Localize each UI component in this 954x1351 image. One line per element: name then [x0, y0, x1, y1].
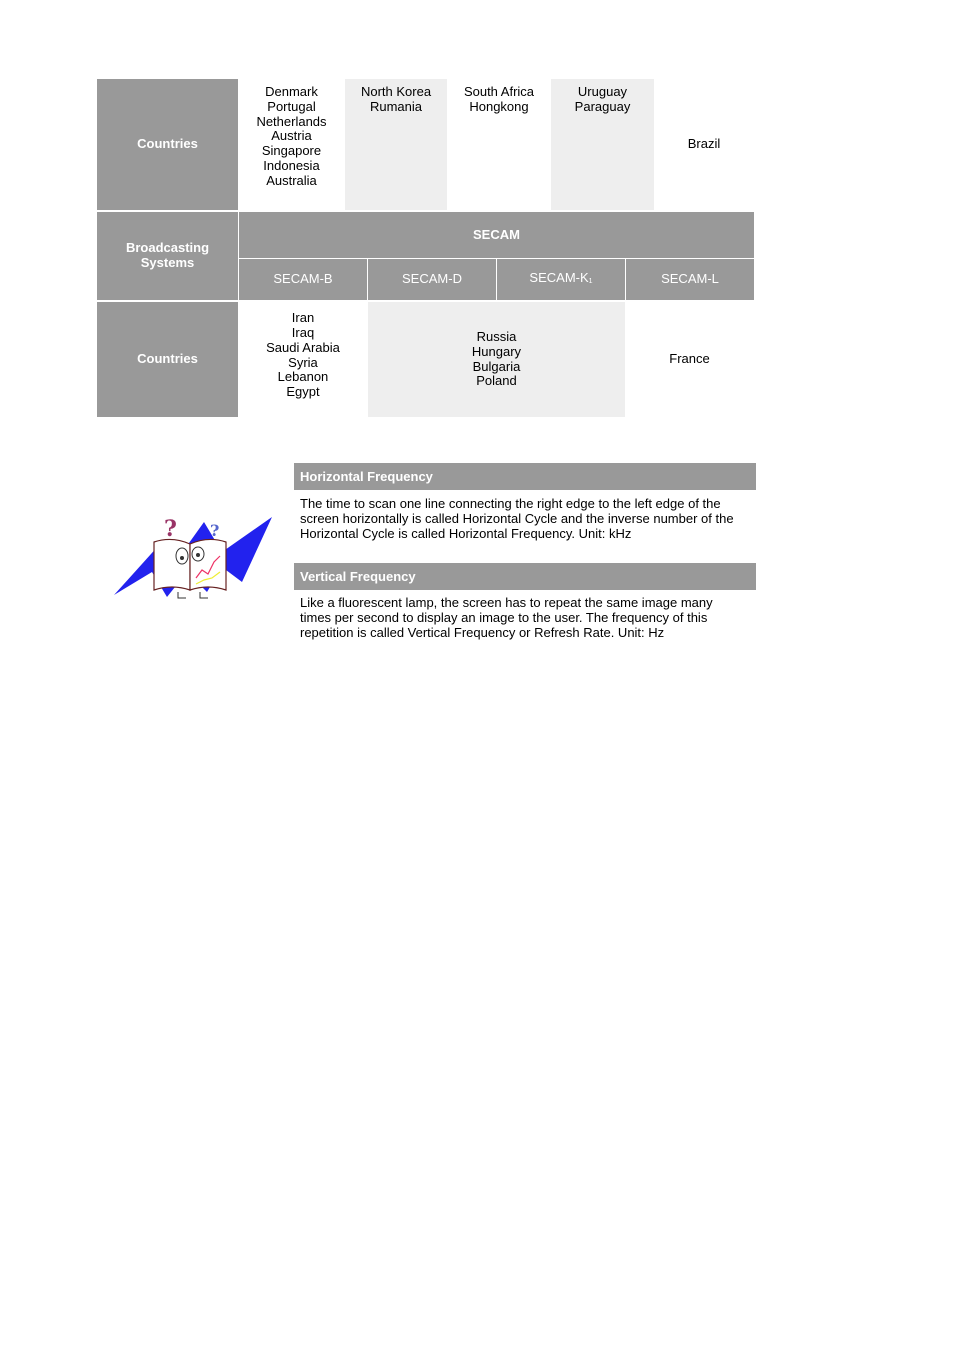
broadcasting-systems-label: Broadcasting Systems [97, 212, 238, 300]
country-name: Lebanon [277, 369, 329, 385]
description-line: Like a fluorescent lamp, the screen has … [300, 595, 713, 610]
country-name: Rumania [369, 98, 423, 114]
country-name: Netherlands [256, 113, 327, 129]
secam-variant-label: SECAM-B [273, 271, 333, 287]
secam-variant-header: SECAM-D [368, 259, 496, 300]
secam-variant-header: SECAM-K1 [497, 259, 625, 300]
country-group-cell: Denmark Portugal Netherlands Austria Sin… [238, 79, 345, 210]
secam-variant-subscript: 1 [588, 277, 593, 285]
secam-system-header: SECAM [239, 212, 754, 258]
question-mark-small: ? [210, 521, 219, 540]
secam-variant-header: SECAM-B [239, 259, 367, 300]
description-line: The time to scan one line connecting the… [300, 496, 721, 511]
secam-variant-label: SECAM-D [402, 271, 462, 287]
country-name: Syria [288, 354, 318, 370]
horizontal-frequency-description: The time to scan one line connecting the… [294, 496, 764, 541]
country-name: Poland [476, 373, 517, 389]
country-group-cell: Russia Hungary Bulgaria Poland [368, 302, 625, 417]
country-name: Russia [476, 328, 517, 344]
description-line: screen horizontally is called Horizontal… [300, 511, 734, 526]
confused-reader-book-icon: ? ? [112, 512, 274, 600]
description-line: repetition is called Vertical Frequency … [300, 625, 665, 640]
broadcasting-systems-text: Broadcasting Systems [125, 240, 210, 270]
country-group-cell: France [625, 302, 754, 417]
country-name: Portugal [267, 98, 316, 114]
secam-variant-header: SECAM-L [626, 259, 754, 300]
vertical-frequency-description: Like a fluorescent lamp, the screen has … [294, 595, 764, 640]
country-name: Uruguay [577, 84, 628, 99]
country-group-cell: North Korea Rumania [345, 79, 447, 210]
section-title: Vertical Frequency [300, 569, 416, 584]
country-name: Hungary [471, 343, 522, 359]
country-group-cell: Iran Iraq Saudi Arabia Syria Lebanon Egy… [238, 302, 368, 417]
country-name: Australia [266, 172, 317, 188]
countries-label-text: Countries [137, 351, 198, 367]
country-name: North Korea [360, 84, 432, 99]
horizontal-frequency-header: Horizontal Frequency [294, 463, 756, 490]
country-name: Saudi Arabia [266, 339, 340, 355]
country-name: Iraq [291, 324, 315, 340]
country-group-cell: Uruguay Paraguay [551, 79, 654, 210]
country-name: Indonesia [263, 157, 320, 173]
country-group-cell: South Africa Hongkong [447, 79, 551, 210]
vertical-frequency-header: Vertical Frequency [294, 563, 756, 590]
country-name: Bulgaria [472, 358, 521, 374]
country-name: South Africa [463, 84, 535, 99]
description-line: Horizontal Cycle is called Horizontal Fr… [300, 526, 632, 541]
country-name: Iran [291, 310, 315, 326]
country-name: Singapore [261, 143, 322, 159]
section-title: Horizontal Frequency [300, 469, 433, 484]
question-mark-large: ? [164, 516, 177, 542]
country-name: Brazil [687, 136, 721, 152]
secam-variant-label: SECAM-K [529, 269, 589, 285]
countries-row-label: Countries [97, 79, 238, 210]
countries-row-label: Countries [97, 302, 238, 417]
secam-header-text: SECAM [473, 226, 520, 242]
country-name: Hongkong [469, 98, 529, 114]
country-name: Denmark [265, 84, 318, 99]
country-name: Egypt [286, 384, 320, 400]
countries-label-text: Countries [137, 136, 198, 152]
country-name: Austria [271, 128, 312, 144]
country-name: France [669, 351, 710, 367]
description-line: times per second to display an image to … [300, 610, 708, 625]
country-group-cell: Brazil [654, 79, 754, 210]
secam-variant-label: SECAM-L [661, 271, 719, 287]
country-name: Paraguay [574, 98, 631, 114]
